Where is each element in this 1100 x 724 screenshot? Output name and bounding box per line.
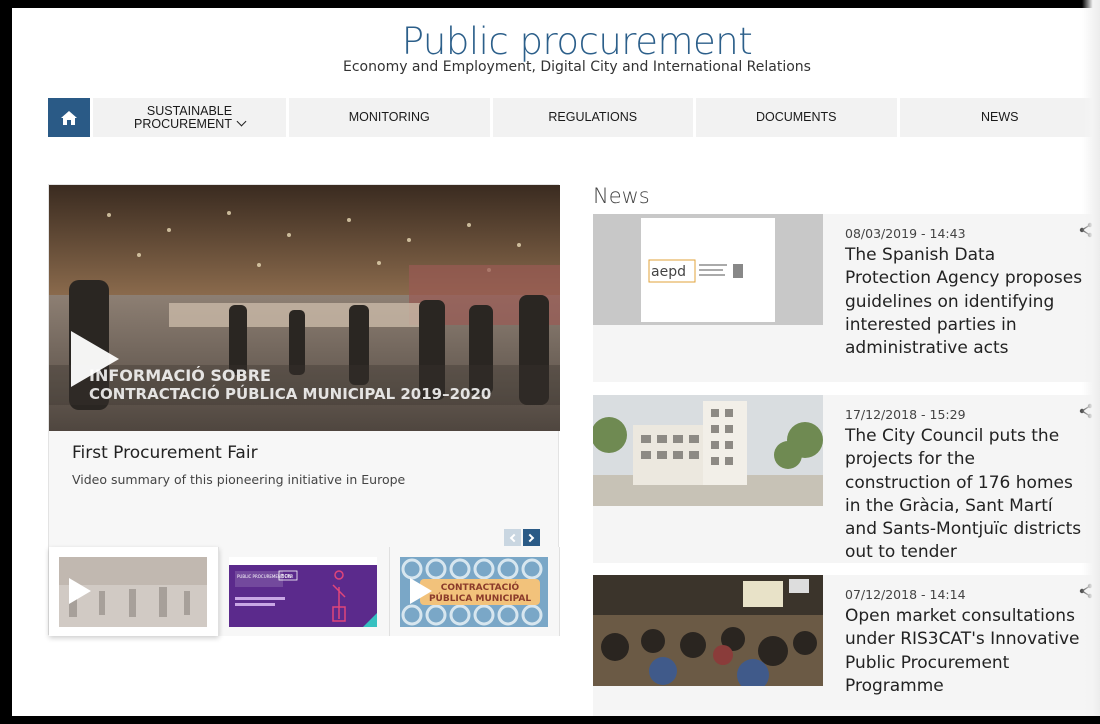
nav-item-label: REGULATIONS xyxy=(548,110,638,124)
svg-text:BCN: BCN xyxy=(281,574,292,580)
video-player[interactable]: INFORMACIÓ SOBRE CONTRACTACIÓ PÚBLICA MU… xyxy=(49,185,560,431)
thumbnail-procurement-fair[interactable]: PUBLIC PROCUREMENT FAIR BCN xyxy=(219,547,390,636)
bottom-border xyxy=(0,716,1100,724)
play-icon[interactable] xyxy=(71,331,119,387)
news-image xyxy=(593,395,823,506)
svg-text:aepd: aepd xyxy=(651,264,686,280)
nav-item-label: SUSTAINABLE PROCUREMENT xyxy=(134,104,247,131)
news-image xyxy=(593,575,823,686)
news-image: aepd xyxy=(593,214,823,325)
news-date: 07/12/2018 - 14:14 xyxy=(845,587,966,602)
thumbnail-image: PUBLIC PROCUREMENT FAIR BCN xyxy=(229,557,378,627)
chevron-down-icon xyxy=(236,116,247,126)
news-date: 17/12/2018 - 15:29 xyxy=(845,407,966,422)
carousel-prev-button[interactable] xyxy=(504,529,521,546)
carousel-pager xyxy=(504,529,540,546)
news-title[interactable]: Open market consultations under RIS3CAT'… xyxy=(845,605,1085,698)
svg-text:PÚBLICA MUNICIPAL: PÚBLICA MUNICIPAL xyxy=(429,592,531,604)
svg-text:CONTRACTACIÓ: CONTRACTACIÓ xyxy=(440,581,519,593)
thumbnail-contractacio[interactable]: CONTRACTACIÓ PÚBLICA MUNICIPAL xyxy=(389,547,560,636)
nav-regulations[interactable]: REGULATIONS xyxy=(492,98,693,137)
news-item[interactable]: aepd 08/03/2019 - 14:43 The Spanish Data… xyxy=(593,214,1100,382)
feature-title[interactable]: First Procurement Fair xyxy=(72,443,258,463)
thumbnail-image xyxy=(59,557,207,627)
news-heading: News xyxy=(593,184,650,208)
thumbnail-image: CONTRACTACIÓ PÚBLICA MUNICIPAL xyxy=(399,557,548,627)
news-title[interactable]: The Spanish Data Protection Agency propo… xyxy=(845,244,1085,360)
site-subtitle: Economy and Employment, Digital City and… xyxy=(343,59,811,75)
nav-item-label: NEWS xyxy=(981,110,1019,124)
home-button[interactable] xyxy=(48,98,90,137)
news-date: 08/03/2019 - 14:43 xyxy=(845,226,966,241)
news-item[interactable]: 07/12/2018 - 14:14 Open market consultat… xyxy=(593,575,1100,724)
nav-item-label: MONITORING xyxy=(348,110,430,124)
news-title[interactable]: The City Council puts the projects for t… xyxy=(845,425,1085,565)
nav-monitoring[interactable]: MONITORING xyxy=(289,98,490,137)
nav-documents[interactable]: DOCUMENTS xyxy=(696,98,897,137)
nav-news[interactable]: NEWS xyxy=(899,98,1100,137)
play-icon xyxy=(69,578,91,604)
carousel-next-button[interactable] xyxy=(523,529,540,546)
home-icon xyxy=(61,110,77,125)
carousel-thumbnails: PUBLIC PROCUREMENT FAIR BCN CONTRACTACIÓ… xyxy=(49,547,560,636)
thumbnail-video[interactable] xyxy=(49,547,220,636)
featured-video-card: INFORMACIÓ SOBRE CONTRACTACIÓ PÚBLICA MU… xyxy=(48,184,560,636)
page: Public procurement Economy and Employmen… xyxy=(12,8,1100,724)
video-still: INFORMACIÓ SOBRE CONTRACTACIÓ PÚBLICA MU… xyxy=(49,185,560,431)
chevron-right-icon xyxy=(525,533,535,542)
feature-description: Video summary of this pioneering initiat… xyxy=(72,472,406,487)
main-nav: SUSTAINABLE PROCUREMENT MONITORING REGUL… xyxy=(48,98,1100,137)
chevron-left-icon xyxy=(509,533,519,542)
play-icon xyxy=(409,578,432,604)
window-edge xyxy=(1082,0,1100,724)
svg-text:CONTRACTACIÓ PÚBLICA MUNICIPAL: CONTRACTACIÓ PÚBLICA MUNICIPAL 2019–2020 xyxy=(89,384,491,403)
nav-item-label: DOCUMENTS xyxy=(755,110,837,124)
aepd-logo: aepd xyxy=(648,259,743,283)
site-title[interactable]: Public procurement xyxy=(12,20,1100,63)
nav-sustainable-procurement[interactable]: SUSTAINABLE PROCUREMENT xyxy=(93,98,286,137)
news-item[interactable]: 17/12/2018 - 15:29 The City Council puts… xyxy=(593,395,1100,563)
